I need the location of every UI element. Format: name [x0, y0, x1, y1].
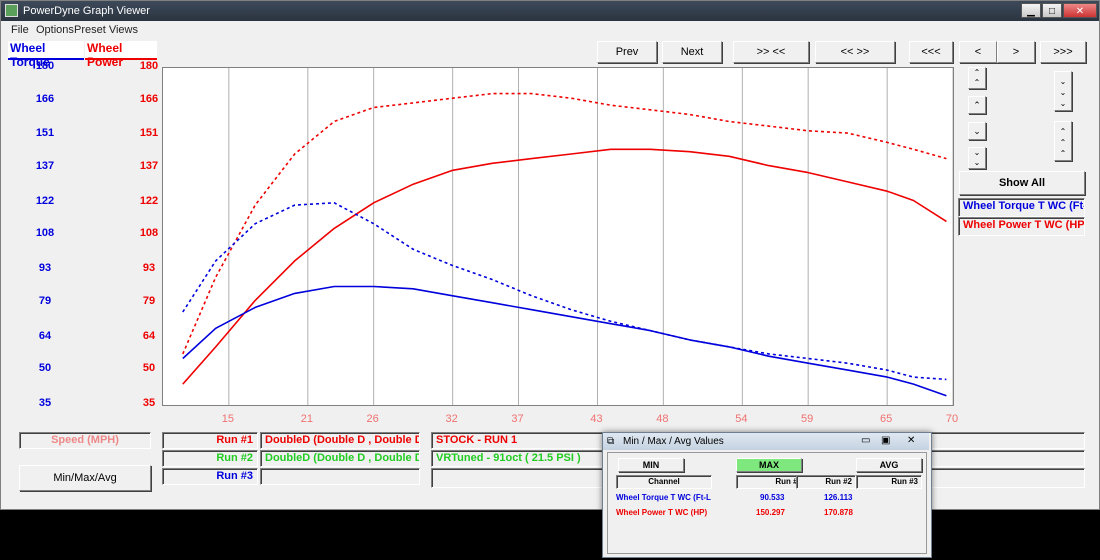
torque-tick-9: 50: [38, 362, 52, 375]
header-channel: Channel: [616, 475, 712, 489]
channel-torque[interactable]: Wheel Torque T WC (Ft-L: [958, 198, 1085, 217]
dialog-title: Min / Max / Avg Values: [623, 436, 724, 447]
minimize-button[interactable]: ▁: [1021, 3, 1041, 18]
speed-tick-1: 21: [300, 413, 313, 425]
close-button[interactable]: ✕: [1063, 3, 1097, 18]
power-legend-tab[interactable]: Wheel Power: [85, 41, 157, 69]
run2-car[interactable]: DoubleD (Double D , Double D ): [260, 450, 420, 467]
app-icon: [5, 4, 18, 17]
series-line-0: [182, 148, 947, 385]
window-title: PowerDyne Graph Viewer: [23, 5, 150, 17]
run3-car[interactable]: [260, 468, 420, 485]
menu-bar: File Options Preset Views: [1, 21, 1099, 38]
channel-power[interactable]: Wheel Power T WC (HP): [958, 217, 1085, 236]
prev-button[interactable]: Prev: [597, 41, 657, 63]
zoom-out-button[interactable]: << >>: [815, 41, 895, 63]
series-line-3: [182, 202, 947, 381]
chart-svg: [182, 68, 954, 405]
offset-up-button[interactable]: ⌄ ⌄ ⌄: [1054, 71, 1072, 111]
menu-preset-views[interactable]: Preset Views: [74, 24, 138, 36]
torque-tick-1: 166: [35, 92, 55, 105]
dialog-body: MIN MAX AVG Channel Run #1 Run #2 Run #3…: [607, 452, 927, 554]
header-run3: Run #3: [856, 475, 922, 489]
row-torque-run1: 90.533: [760, 493, 785, 502]
row-torque-run2: 126.113: [824, 493, 853, 502]
row-power-run1: 150.297: [756, 508, 785, 517]
dyno-chart[interactable]: [162, 67, 954, 406]
zoom-in-button[interactable]: >> <<: [733, 41, 809, 63]
maximize-button[interactable]: □: [1042, 3, 1062, 18]
run1-car[interactable]: DoubleD (Double D , Double D ): [260, 432, 420, 449]
torque-tick-6: 93: [38, 262, 52, 275]
speed-tick-4: 37: [511, 413, 524, 425]
torque-tick-8: 64: [38, 329, 52, 342]
menu-options[interactable]: Options: [36, 24, 74, 36]
row-torque-channel: Wheel Torque T WC (Ft-L: [616, 493, 711, 502]
speed-tick-10: 70: [945, 413, 959, 425]
torque-tick-3: 137: [35, 159, 55, 172]
avg-button[interactable]: AVG: [856, 458, 922, 472]
torque-legend-tab[interactable]: Wheel Torque: [8, 41, 84, 69]
speed-tick-7: 54: [735, 413, 748, 425]
run1-label[interactable]: Run #1: [162, 432, 258, 449]
scroll-far-left-button[interactable]: <<<: [909, 41, 953, 63]
torque-tick-5: 108: [35, 227, 55, 240]
speed-tick-9: 65: [880, 413, 893, 425]
dialog-titlebar: ⧉ Min / Max / Avg Values ▭ ▣ ✕: [603, 433, 929, 450]
scale-up-double-button[interactable]: ⌃ ⌃: [968, 67, 986, 89]
dialog-icon: ⧉: [607, 436, 615, 447]
row-power-run2: 170.878: [824, 508, 853, 517]
speed-tick-2: 26: [366, 413, 379, 425]
row-power-channel: Wheel Power T WC (HP): [616, 508, 708, 517]
app-window: PowerDyne Graph Viewer ▁ □ ✕ File Option…: [0, 0, 1100, 510]
torque-tick-4: 122: [35, 194, 55, 207]
show-all-button[interactable]: Show All: [959, 171, 1085, 195]
scale-up-button[interactable]: ⌃: [968, 96, 986, 114]
series-line-2: [182, 285, 947, 397]
scale-down-button[interactable]: ⌄: [968, 122, 986, 140]
torque-tick-2: 151: [35, 127, 55, 140]
scroll-far-right-button[interactable]: >>>: [1040, 41, 1086, 63]
title-bar: PowerDyne Graph Viewer ▁ □ ✕: [1, 1, 1099, 21]
minmax-dialog: ⧉ Min / Max / Avg Values ▭ ▣ ✕ MIN MAX A…: [602, 432, 932, 558]
scale-down-double-button[interactable]: ⌄ ⌄: [968, 147, 986, 169]
speed-tick-6: 48: [656, 413, 669, 425]
min-button[interactable]: MIN: [618, 458, 684, 472]
speed-tick-3: 32: [445, 413, 458, 425]
max-button[interactable]: MAX: [736, 458, 802, 472]
speed-tick-5: 43: [590, 413, 603, 425]
scroll-right-button[interactable]: >: [997, 41, 1035, 63]
dialog-minimize-icon[interactable]: ▭: [861, 435, 870, 446]
speed-tick-8: 59: [801, 413, 814, 425]
scroll-left-button[interactable]: <: [959, 41, 997, 63]
speed-tick-0: 15: [221, 413, 234, 425]
run3-label[interactable]: Run #3: [162, 468, 258, 485]
next-button[interactable]: Next: [662, 41, 722, 63]
dialog-maximize-icon[interactable]: ▣: [881, 435, 890, 446]
torque-tick-0: 180: [35, 60, 55, 72]
minmax-button[interactable]: Min/Max/Avg: [19, 465, 151, 491]
run2-label[interactable]: Run #2: [162, 450, 258, 467]
header-run2: Run #2: [796, 475, 856, 489]
menu-file[interactable]: File: [11, 24, 29, 36]
dialog-close-icon[interactable]: ✕: [907, 435, 915, 446]
speed-channel-field[interactable]: Speed (MPH): [19, 432, 151, 449]
offset-down-button[interactable]: ⌃ ⌃ ⌃: [1054, 121, 1072, 161]
torque-tick-7: 79: [38, 294, 52, 307]
torque-tick-10: 35: [38, 397, 52, 409]
